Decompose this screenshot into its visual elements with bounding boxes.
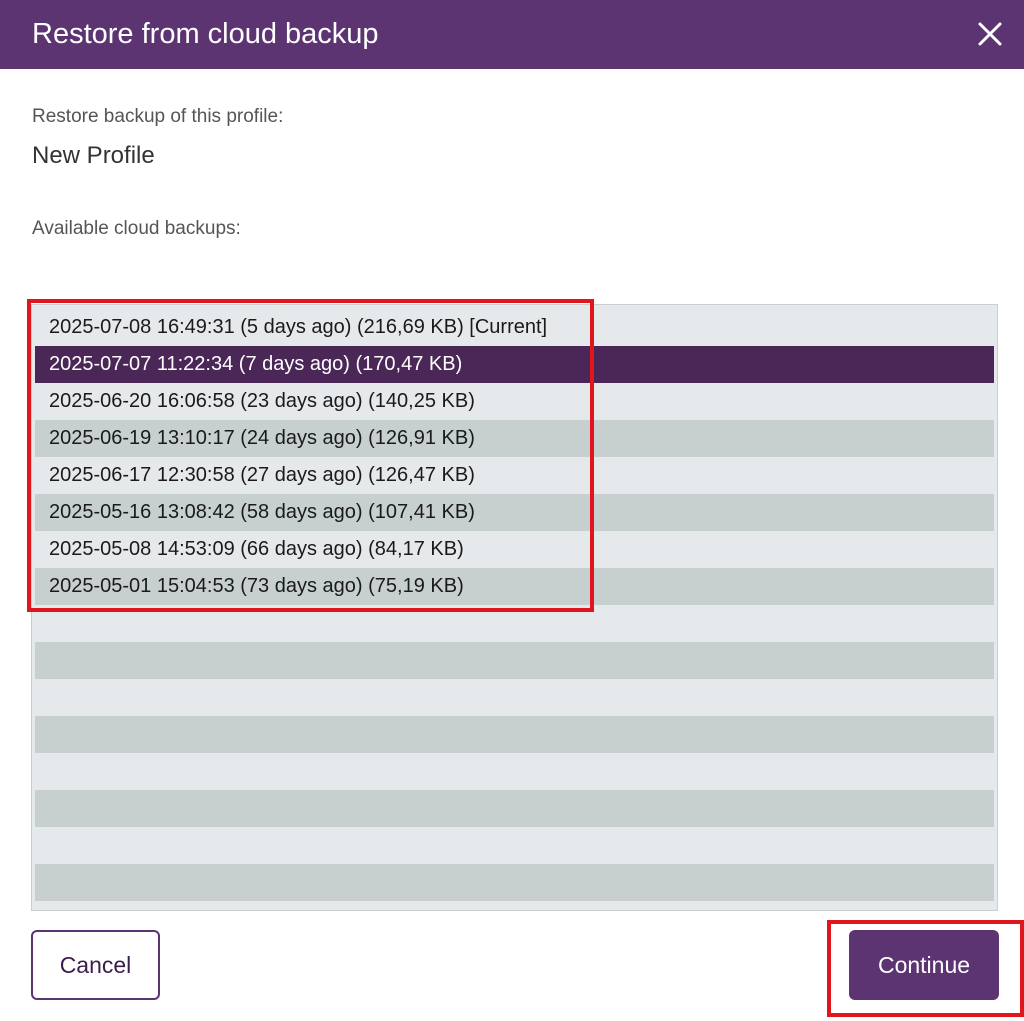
backups-list[interactable]: 2025-07-08 16:49:31 (5 days ago) (216,69…	[31, 304, 998, 911]
empty-list-row	[35, 753, 994, 790]
close-icon[interactable]	[968, 12, 1012, 56]
restore-dialog: Restore from cloud backup Restore backup…	[0, 0, 1024, 1021]
empty-list-row	[35, 716, 994, 753]
backups-label: Available cloud backups:	[32, 218, 241, 239]
backups-list-rows: 2025-07-08 16:49:31 (5 days ago) (216,69…	[35, 309, 994, 901]
backup-list-item[interactable]: 2025-06-19 13:10:17 (24 days ago) (126,9…	[35, 420, 994, 457]
continue-button[interactable]: Continue	[849, 930, 999, 1000]
backup-list-item[interactable]: 2025-05-08 14:53:09 (66 days ago) (84,17…	[35, 531, 994, 568]
empty-list-row	[35, 605, 994, 642]
dialog-titlebar: Restore from cloud backup	[0, 0, 1024, 69]
dialog-title: Restore from cloud backup	[32, 18, 379, 50]
empty-list-row	[35, 827, 994, 864]
backup-list-item[interactable]: 2025-06-17 12:30:58 (27 days ago) (126,4…	[35, 457, 994, 494]
empty-list-row	[35, 790, 994, 827]
backup-list-item[interactable]: 2025-07-08 16:49:31 (5 days ago) (216,69…	[35, 309, 994, 346]
empty-list-row	[35, 679, 994, 716]
cancel-button[interactable]: Cancel	[31, 930, 160, 1000]
empty-list-row	[35, 642, 994, 679]
profile-name: New Profile	[32, 142, 155, 169]
backup-list-item[interactable]: 2025-05-16 13:08:42 (58 days ago) (107,4…	[35, 494, 994, 531]
backup-list-item[interactable]: 2025-06-20 16:06:58 (23 days ago) (140,2…	[35, 383, 994, 420]
profile-label: Restore backup of this profile:	[32, 106, 284, 127]
backup-list-item[interactable]: 2025-07-07 11:22:34 (7 days ago) (170,47…	[35, 346, 994, 383]
backup-list-item[interactable]: 2025-05-01 15:04:53 (73 days ago) (75,19…	[35, 568, 994, 605]
empty-list-row	[35, 864, 994, 901]
